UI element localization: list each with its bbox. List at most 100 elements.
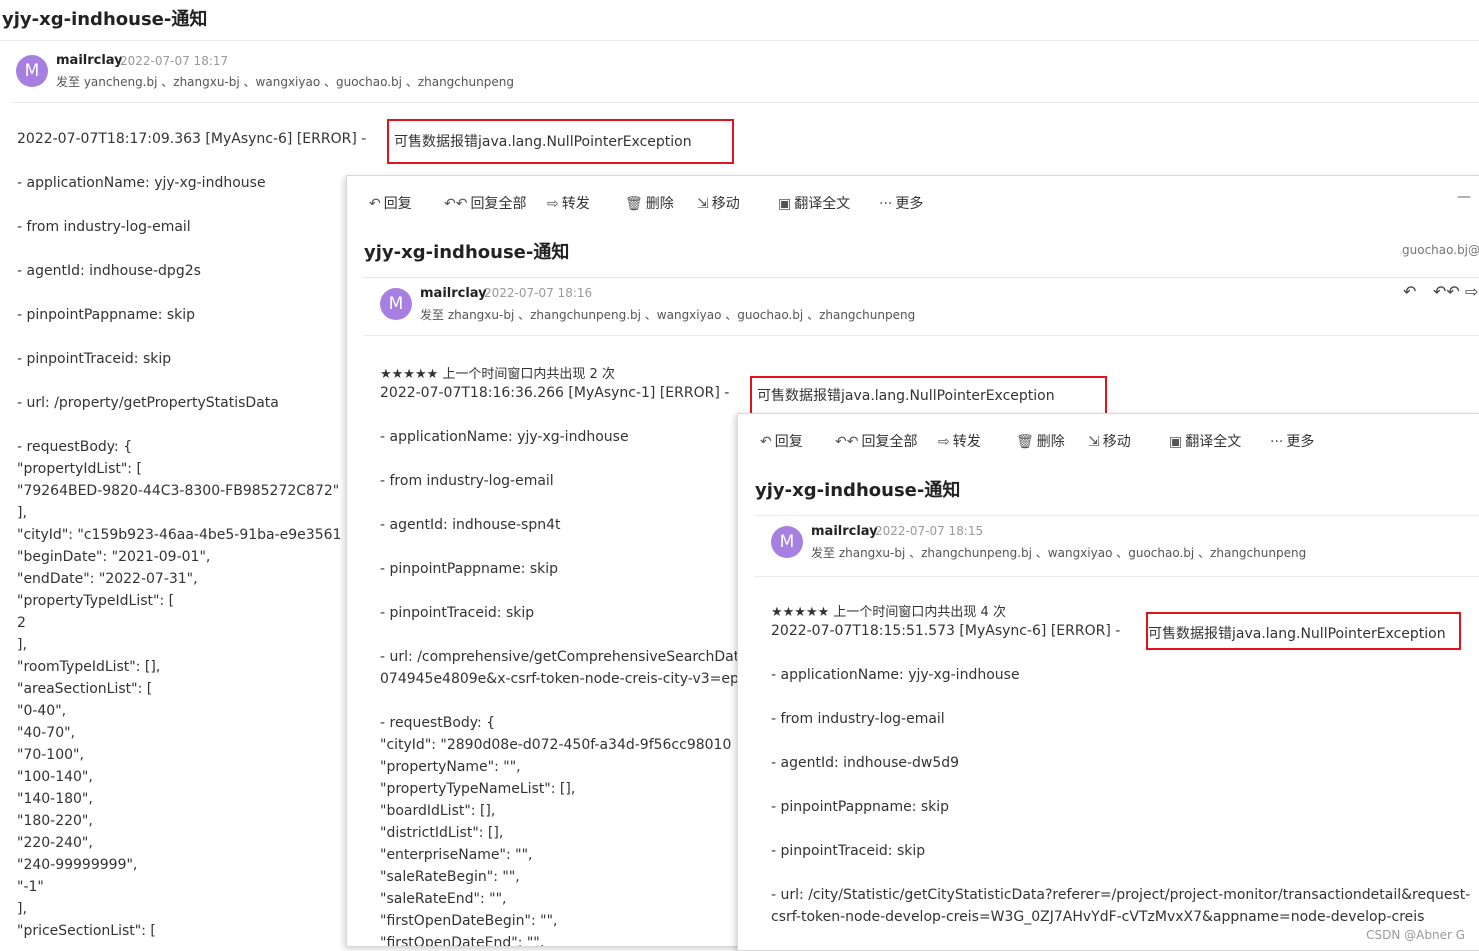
body-line: "propertyTypeIdList": [ bbox=[17, 593, 175, 609]
body-line: "40-70", bbox=[17, 725, 76, 741]
forward-button[interactable]: ⇨ 转发 bbox=[547, 193, 590, 213]
body-line: "propertyIdList": [ bbox=[17, 461, 142, 477]
sent-time: 2022-07-07 18:16 bbox=[484, 286, 593, 300]
body-line: - url: /property/getPropertyStatisData bbox=[17, 395, 279, 411]
move-button[interactable]: ⇲ 移动 bbox=[697, 193, 740, 213]
recipients[interactable]: 发至 zhangxu-bj 、zhangchunpeng.bj 、wangxiy… bbox=[811, 544, 1306, 561]
body-line: "100-140", bbox=[17, 769, 93, 785]
recipients[interactable]: 发至 yancheng.bj 、zhangxu-bj 、wangxiyao 、g… bbox=[56, 73, 514, 90]
divider bbox=[0, 40, 1479, 41]
body-line: "cityId": "2890d08e-d072-450f-a34d-9f56c… bbox=[380, 737, 732, 753]
move-icon: ⇲ bbox=[697, 196, 709, 212]
trash-icon: 🗑 bbox=[625, 196, 643, 212]
translate-icon: ▣ bbox=[1169, 434, 1183, 450]
reply-button[interactable]: ↶ 回复 bbox=[369, 193, 412, 213]
body-line: "roomTypeIdList": [], bbox=[17, 659, 161, 675]
body-line: "240-99999999", bbox=[17, 857, 138, 873]
body-line: - pinpointTraceid: skip bbox=[17, 351, 172, 367]
more-button[interactable]: ··· 更多 bbox=[879, 193, 923, 213]
body-line: - pinpointPappname: skip bbox=[17, 307, 196, 323]
body-line: ], bbox=[17, 901, 27, 917]
body-line: - requestBody: { bbox=[17, 439, 133, 455]
body-line: - applicationName: yjy-xg-indhouse bbox=[17, 175, 266, 191]
body-line: "79264BED-9820-44C3-8300-FB985272C872" bbox=[17, 483, 340, 499]
body-line: "districtIdList": [], bbox=[380, 825, 504, 841]
forward-button[interactable]: ⇨ 转发 bbox=[938, 431, 981, 451]
body-line: - agentId: indhouse-dpg2s bbox=[17, 263, 201, 279]
error-line-prefix: 2022-07-07T18:17:09.363 [MyAsync-6] [ERR… bbox=[17, 131, 367, 147]
reply-icon[interactable]: ↶ bbox=[1403, 282, 1416, 301]
divider bbox=[12, 102, 1479, 103]
translate-icon: ▣ bbox=[778, 196, 792, 212]
trash-icon: 🗑 bbox=[1016, 434, 1034, 450]
body-line: "220-240", bbox=[17, 835, 93, 851]
reply-all-icon: ↶↶ bbox=[444, 196, 468, 212]
reply-all-button[interactable]: ↶↶ 回复全部 bbox=[835, 431, 917, 451]
body-line: 2 bbox=[17, 615, 26, 631]
reply-all-icon[interactable]: ↶↶ bbox=[1433, 282, 1460, 301]
error-line-prefix: 2022-07-07T18:16:36.266 [MyAsync-1] [ERR… bbox=[380, 385, 730, 401]
body-line: "140-180", bbox=[17, 791, 93, 807]
mail-panel-3: ↶ 回复 ↶↶ 回复全部 ⇨ 转发 🗑 删除 ⇲ 移动 ▣ 翻译全文 ··· 更多 yjy-x… bbox=[737, 413, 1479, 951]
sender-name[interactable]: mailrclay bbox=[420, 286, 487, 301]
occurrence-count: ★★★★★ 上一个时间窗口内共出现 4 次 bbox=[771, 605, 1006, 620]
avatar[interactable]: M bbox=[771, 526, 803, 558]
sent-time: 2022-07-07 18:17 bbox=[120, 54, 229, 68]
body-line: - from industry-log-email bbox=[380, 473, 554, 489]
reply-icon: ↶ bbox=[760, 434, 772, 450]
delete-button[interactable]: 🗑 删除 bbox=[625, 193, 674, 213]
avatar[interactable]: M bbox=[380, 288, 412, 320]
body-line: - pinpointPappname: skip bbox=[380, 561, 559, 577]
mail-title: yjy-xg-indhouse-通知 bbox=[755, 480, 961, 501]
body-line: - pinpointTraceid: skip bbox=[380, 605, 535, 621]
watermark: CSDN @Abner G bbox=[1366, 928, 1465, 942]
move-button[interactable]: ⇲ 移动 bbox=[1088, 431, 1131, 451]
sender-name[interactable]: mailrclay bbox=[811, 524, 878, 539]
reply-all-icon: ↶↶ bbox=[835, 434, 859, 450]
body-line: "endDate": "2022-07-31", bbox=[17, 571, 198, 587]
translate-button[interactable]: ▣ 翻译全文 bbox=[778, 193, 850, 213]
body-line: "propertyName": "", bbox=[380, 759, 521, 775]
delete-button[interactable]: 🗑 删除 bbox=[1016, 431, 1065, 451]
body-line: "enterpriseName": "", bbox=[380, 847, 533, 863]
body-line: "180-220", bbox=[17, 813, 93, 829]
divider bbox=[754, 576, 1479, 577]
body-line: - pinpointTraceid: skip bbox=[771, 843, 926, 859]
body-line: csrf-token-node-develop-creis=W3G_0ZJ7AH… bbox=[771, 909, 1425, 925]
body-line: "beginDate": "2021-09-01", bbox=[17, 549, 211, 565]
body-line: "firstOpenDateEnd": "", bbox=[380, 935, 545, 947]
body-line: ], bbox=[17, 637, 27, 653]
body-line: - url: /comprehensive/getComprehensiveSe… bbox=[380, 649, 740, 665]
body-line: - agentId: indhouse-spn4t bbox=[380, 517, 561, 533]
body-line: "propertyTypeNameList": [], bbox=[380, 781, 576, 797]
divider bbox=[754, 515, 1479, 516]
body-line: - pinpointPappname: skip bbox=[771, 799, 950, 815]
recipients[interactable]: 发至 zhangxu-bj 、zhangchunpeng.bj 、wangxiy… bbox=[420, 306, 915, 323]
body-line: "70-100", bbox=[17, 747, 84, 763]
sender-name[interactable]: mailrclay bbox=[56, 53, 123, 68]
body-line: "0-40", bbox=[17, 703, 67, 719]
reply-button[interactable]: ↶ 回复 bbox=[760, 431, 803, 451]
body-line: - from industry-log-email bbox=[771, 711, 945, 727]
body-line: - url: /city/Statistic/getCityStatisticD… bbox=[771, 887, 1471, 903]
forward-icon: ⇨ bbox=[938, 434, 950, 450]
body-line: "priceSectionList": [ bbox=[17, 923, 156, 939]
reply-all-button[interactable]: ↶↶ 回复全部 bbox=[444, 193, 526, 213]
body-line: "saleRateBegin": "", bbox=[380, 869, 520, 885]
body-line: - agentId: indhouse-dw5d9 bbox=[771, 755, 960, 771]
translate-button[interactable]: ▣ 翻译全文 bbox=[1169, 431, 1241, 451]
forward-icon: ⇨ bbox=[547, 196, 559, 212]
forward-icon[interactable]: ⇨ bbox=[1465, 282, 1478, 301]
minimize-button[interactable]: — bbox=[1457, 189, 1471, 205]
more-button[interactable]: ··· 更多 bbox=[1270, 431, 1314, 451]
highlight-box bbox=[387, 119, 734, 164]
divider bbox=[363, 335, 1479, 336]
highlight-box bbox=[1146, 612, 1461, 650]
body-line: - applicationName: yjy-xg-indhouse bbox=[771, 667, 1020, 683]
body-line: "-1" bbox=[17, 879, 44, 895]
avatar[interactable]: M bbox=[16, 55, 48, 87]
body-line: "firstOpenDateBegin": "", bbox=[380, 913, 558, 929]
body-line: ], bbox=[17, 505, 27, 521]
body-line: "areaSectionList": [ bbox=[17, 681, 153, 697]
sent-time: 2022-07-07 18:15 bbox=[875, 524, 984, 538]
